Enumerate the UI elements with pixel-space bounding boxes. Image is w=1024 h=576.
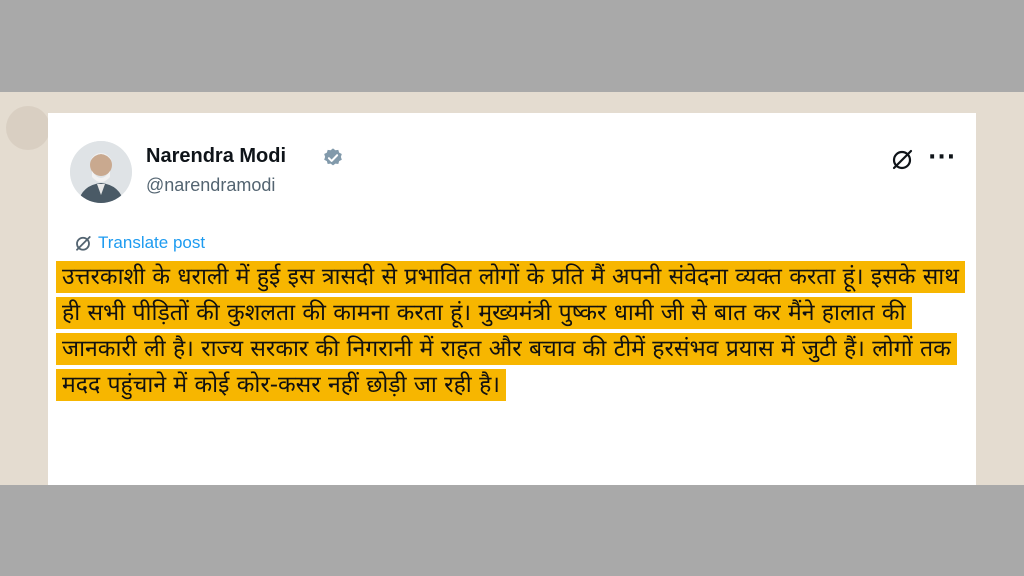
translate-icon (76, 236, 91, 251)
verified-badge-icon (324, 148, 342, 166)
author-name[interactable]: Narendra Modi (146, 145, 286, 168)
post-body: उत्तरकाशी के धराली में हुई इस त्रासदी से… (58, 259, 968, 403)
avatar-photo-icon (70, 141, 132, 203)
author-avatar[interactable] (70, 141, 132, 203)
translate-post-label: Translate post (98, 233, 206, 252)
author-handle[interactable]: @narendramodi (146, 175, 275, 196)
post-text-highlighted: उत्तरकाशी के धराली में हुई इस त्रासदी से… (58, 263, 963, 399)
translate-post-link[interactable]: Translate post (74, 233, 205, 253)
grok-icon[interactable] (890, 147, 914, 171)
more-icon[interactable]: ··· (928, 145, 956, 170)
background-avatar (6, 106, 50, 150)
post-card: Narendra Modi @narendramodi ··· Translat… (48, 113, 976, 485)
